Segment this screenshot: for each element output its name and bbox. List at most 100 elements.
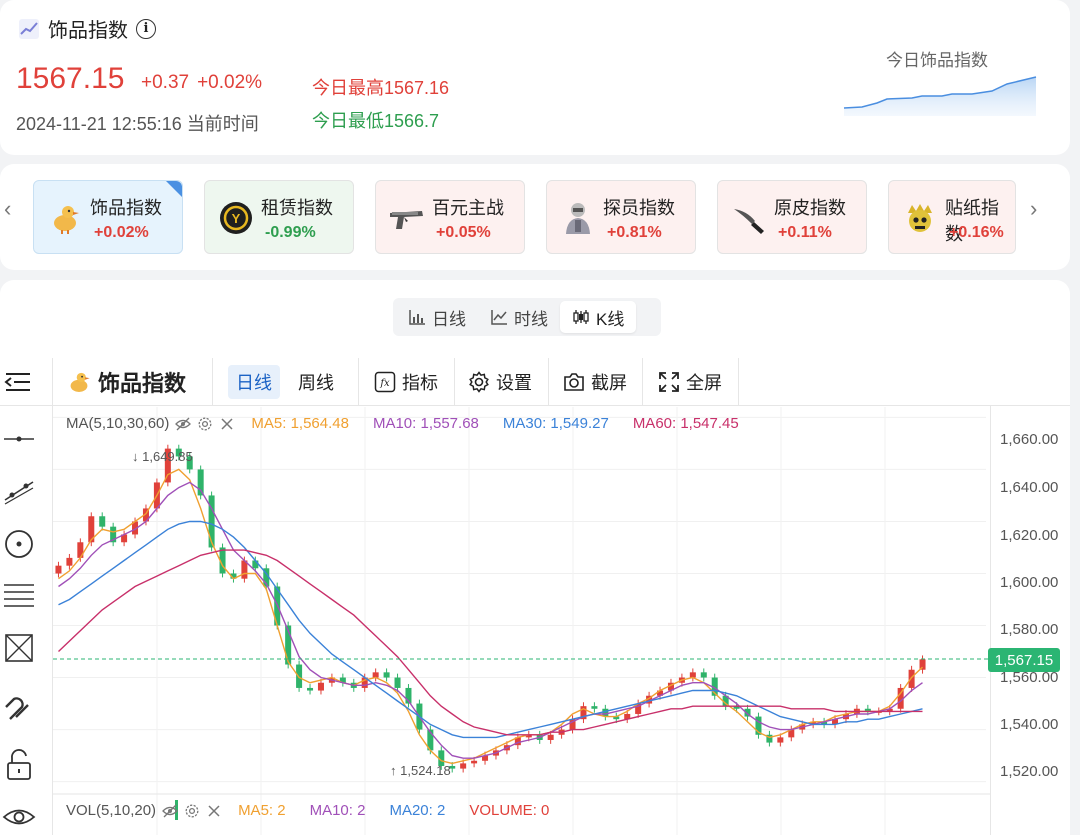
duck-icon	[46, 199, 84, 237]
info-icon[interactable]: i	[136, 18, 156, 39]
function-icon: fx	[374, 371, 396, 393]
candle-body	[908, 669, 915, 688]
candle-body	[394, 677, 401, 688]
category-name: 饰品指数	[90, 198, 162, 218]
series-line-ma30	[58, 520, 923, 739]
gear-icon[interactable]	[184, 803, 200, 819]
candle-body	[777, 737, 784, 743]
category-change: +0.16%	[949, 224, 1004, 241]
series-line-ma60	[58, 549, 923, 736]
series-line-ma10	[58, 481, 923, 759]
vol-ma20-value: MA20: 2	[389, 802, 446, 819]
high-label: 1,649.85	[142, 449, 193, 464]
magnet-icon[interactable]	[2, 693, 36, 727]
tab-label: K线	[596, 309, 625, 329]
category-change: +0.05%	[436, 224, 491, 241]
ma10-value: MA10: 1,557.68	[372, 415, 479, 432]
y-tick-label: 1,580.00	[1000, 621, 1059, 638]
category-name: 百元主战	[432, 198, 504, 218]
fullscreen-icon	[659, 372, 679, 392]
kline-chart[interactable]	[53, 407, 990, 835]
tab-label: 日线	[432, 309, 466, 329]
candle-body	[317, 682, 324, 691]
y-tick-label: 1,660.00	[1000, 431, 1059, 448]
candle-body	[547, 734, 554, 740]
title-row: 饰品指数 i	[18, 14, 156, 43]
current-time: 2024-11-21 12:55:16 当前时间	[16, 114, 259, 134]
circle-tool-icon[interactable]	[2, 527, 36, 561]
camera-icon	[564, 373, 584, 391]
period-week-button[interactable]: 周线	[298, 358, 334, 406]
candle-body	[252, 560, 259, 569]
y-tick-label: 1,640.00	[1000, 479, 1059, 496]
tab-daily-line[interactable]: 日线	[396, 301, 478, 333]
category-change: -0.99%	[265, 224, 316, 241]
candle-body	[460, 763, 467, 769]
page-title: 饰品指数	[48, 20, 128, 42]
today-high: 今日最高1567.16	[312, 78, 450, 98]
trend-line-tool-icon[interactable]	[2, 474, 36, 508]
view-switch: 日线 时线 K线	[393, 298, 661, 336]
hide-eye-icon[interactable]	[175, 416, 192, 432]
screenshot-button[interactable]: 截屏	[563, 358, 627, 406]
category-item[interactable]: 贴纸指数 +0.16%	[888, 180, 1016, 254]
high-marker: ↓ 1,649.85	[132, 449, 193, 464]
indicator-button[interactable]: fx 指标	[374, 358, 438, 406]
category-name: 探员指数	[603, 198, 675, 218]
candle-body	[591, 706, 598, 709]
lock-icon[interactable]	[2, 748, 36, 782]
line-chart-icon	[491, 310, 507, 325]
candle-body	[307, 687, 314, 691]
duck-icon	[70, 372, 90, 392]
candle-body	[66, 557, 73, 566]
knife-icon	[730, 199, 768, 237]
category-item[interactable]: 探员指数 +0.81%	[546, 180, 696, 254]
pattern-tool-icon[interactable]	[2, 631, 36, 665]
scroll-left-icon[interactable]: ‹	[4, 196, 11, 222]
mini-intraday-chart	[843, 76, 1037, 116]
eye-icon[interactable]	[2, 800, 36, 834]
scroll-right-icon[interactable]: ›	[1030, 196, 1037, 222]
chart-logo-icon	[19, 18, 39, 39]
close-icon[interactable]	[206, 803, 222, 819]
close-icon[interactable]	[219, 416, 235, 432]
fibonacci-tool-icon[interactable]	[2, 579, 36, 613]
category-item[interactable]: 百元主战 +0.05%	[375, 180, 525, 254]
y-tick-label: 1,600.00	[1000, 574, 1059, 591]
category-item[interactable]: 原皮指数 +0.11%	[717, 180, 867, 254]
candle-body	[296, 664, 303, 688]
candle-body	[99, 516, 106, 527]
collapse-sidebar-icon[interactable]	[4, 358, 32, 406]
candle-body	[689, 672, 696, 678]
today-low: 今日最低1566.7	[312, 111, 440, 131]
gear-icon[interactable]	[197, 416, 213, 432]
category-item[interactable]: 饰品指数 +0.02%	[33, 180, 183, 254]
symbol-name: 饰品指数	[98, 371, 187, 396]
horizontal-line-tool-icon[interactable]	[2, 422, 36, 456]
sticker-skull-icon	[901, 199, 939, 237]
hide-eye-icon[interactable]	[162, 803, 178, 819]
category-change: +0.11%	[778, 224, 832, 241]
candlestick-icon	[573, 310, 589, 324]
agent-icon	[559, 199, 597, 237]
tab-kline[interactable]: K线	[560, 301, 637, 333]
fullscreen-button[interactable]: 全屏	[658, 358, 722, 406]
tab-hourly-line[interactable]: 时线	[478, 301, 560, 333]
fullscreen-label: 全屏	[686, 373, 722, 393]
candle-body	[700, 672, 707, 678]
vol-legend: VOL(5,10,20) MA5: 2 MA10: 2 MA20: 2 VOLU…	[66, 802, 549, 819]
category-item[interactable]: Y 租赁指数 -0.99%	[204, 180, 354, 254]
rent-coin-icon: Y	[217, 199, 255, 237]
settings-button[interactable]: 设置	[468, 358, 532, 406]
category-name: 租赁指数	[261, 198, 333, 218]
ma-legend-label: MA(5,10,30,60)	[66, 415, 170, 432]
svg-text:fx: fx	[379, 378, 390, 389]
svg-text:Y: Y	[232, 211, 241, 226]
change-absolute: +0.37	[141, 72, 190, 93]
pistol-icon	[388, 199, 426, 237]
change-percent: +0.02%	[197, 72, 263, 93]
current-price: 1567.15	[16, 62, 125, 95]
period-day-button[interactable]: 日线	[228, 365, 280, 399]
symbol-title[interactable]: 饰品指数	[66, 358, 186, 406]
vol-ma10-value: MA10: 2	[309, 802, 366, 819]
